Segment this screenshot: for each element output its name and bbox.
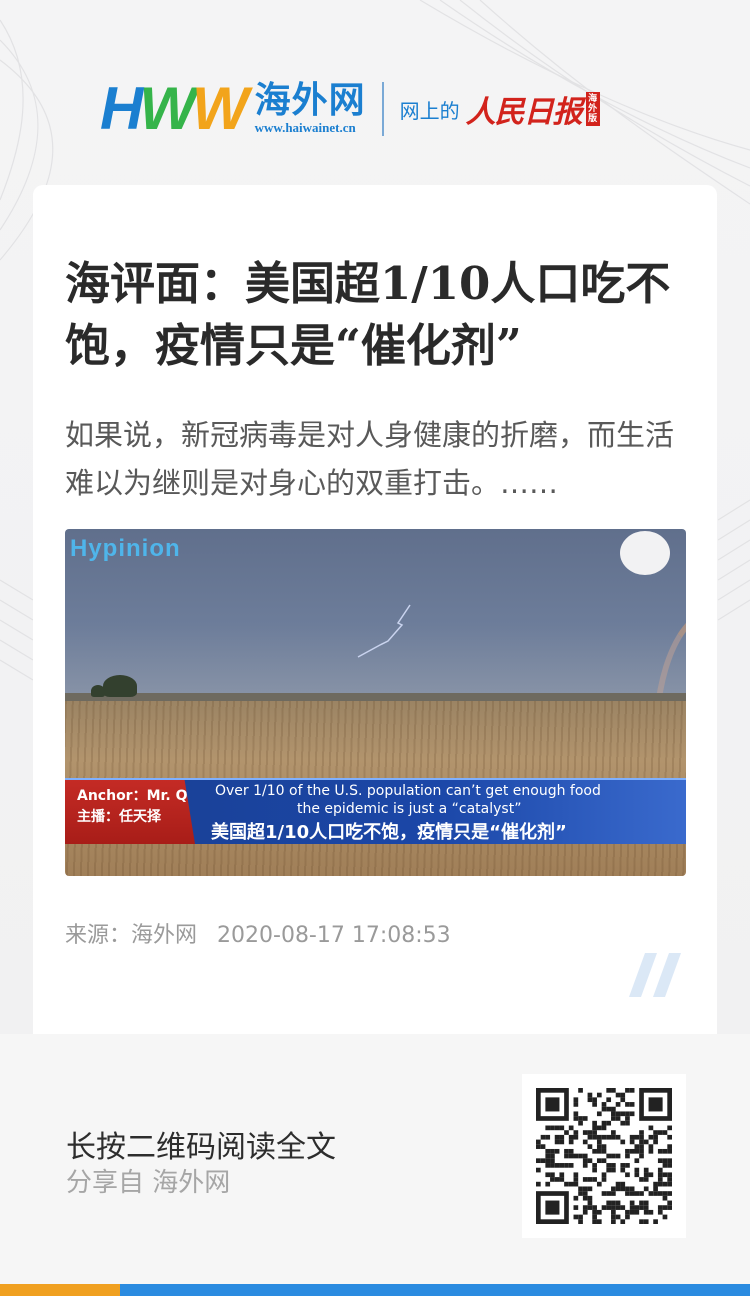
caption-en-2: the epidemic is just a “catalyst” [297,801,522,817]
tree-graphic [91,685,105,697]
caption-band: Anchor：Mr. Q 主播：任天择 Over 1/10 of the U.S… [65,778,686,844]
hypinion-logo: Hypinion [70,535,181,562]
share-footer: 长按二维码阅读全文 分享自 海外网 [0,1034,750,1284]
logo-divider [381,82,384,136]
anchor-cn: 主播：任天择 [77,809,161,825]
anchor-box: Anchor：Mr. Q 主播：任天择 [65,780,195,844]
image-overlay-circle [620,531,670,575]
bottom-accent-bar [0,1284,750,1296]
image-horizon [65,693,686,701]
tree-graphic [103,675,137,697]
quote-slash-icon [629,953,681,997]
article-card[interactable]: 海评面：美国超1/10人口吃不饱，疫情只是“催化剂” 如果说，新冠病毒是对人身健… [33,185,717,1034]
logo-wordmark: 海外网 www.haiwainet.cn [255,82,366,136]
article-title: 海评面：美国超1/10人口吃不饱，疫情只是“催化剂” [65,257,671,372]
logo-cn-name: 海外网 [254,80,366,121]
lightning-graphic [357,604,411,658]
logo-url: www.haiwainet.cn [254,120,356,135]
anchor-en: Anchor：Mr. Q [77,788,188,804]
share-source: 分享自 海外网 [66,1168,231,1198]
article-image[interactable]: Hypinion Anchor：Mr. Q 主播：任天择 Over 1/10 o… [65,529,686,876]
overseas-badge: 海外版 [585,92,600,126]
site-logo[interactable]: HWW 海外网 www.haiwainet.cn 网上的 人民日报 海外版 [100,78,660,140]
hww-logo-mark: HWW [100,75,249,142]
rmrb-logo: 人民日报 [465,95,583,130]
read-full-hint: 长按二维码阅读全文 [66,1130,336,1165]
publish-time: 2020-08-17 17:08:53 [217,923,451,948]
net-tagline: 网上的 [399,98,460,123]
qr-code-icon[interactable] [522,1074,686,1238]
article-summary: 如果说，新冠病毒是对人身健康的折磨，而生活难以为继则是对身心的双重打击。…… [65,418,675,500]
source-label: 来源：海外网 [65,923,198,948]
article-meta: 来源：海外网 2020-08-17 17:08:53 [65,917,471,949]
caption-cn: 美国超1/10人口吃不饱，疫情只是“催化剂” [211,822,567,843]
caption-en-1: Over 1/10 of the U.S. population can’t g… [215,783,601,799]
qr-code-pattern [536,1088,672,1224]
